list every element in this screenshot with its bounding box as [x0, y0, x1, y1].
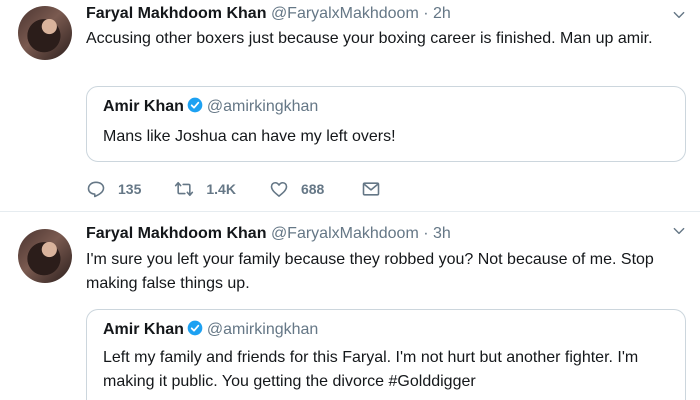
quoted-author-handle: @amirkingkhan: [206, 98, 319, 115]
avatar[interactable]: [18, 6, 72, 60]
envelope-icon: [363, 182, 380, 196]
quoted-author-name: Amir Khan: [103, 321, 184, 338]
reply-icon: [87, 181, 105, 198]
like-count: 688: [300, 181, 325, 197]
quoted-author-handle: @amirkingkhan: [206, 321, 319, 338]
separator: ·: [418, 225, 433, 242]
like-button[interactable]: 688: [269, 179, 324, 199]
avatar[interactable]: [18, 229, 72, 283]
tweet-actions: 135 1.4K 688: [86, 178, 414, 200]
tweet-text: Accusing other boxers just because your …: [86, 30, 653, 47]
retweet-count: 1.4K: [206, 181, 236, 197]
author-name[interactable]: Faryal Makhdoom Khan: [86, 5, 266, 22]
verified-badge-icon: [187, 97, 203, 113]
author-handle[interactable]: @FaryalxMakhdoom: [271, 225, 419, 242]
direct-message-button[interactable]: [361, 179, 381, 199]
quoted-tweet[interactable]: Amir Khan @amirkingkhan Mans like Joshua…: [86, 86, 686, 162]
verified-badge-icon: [187, 320, 203, 336]
chevron-down-icon[interactable]: [672, 8, 686, 22]
separator: ·: [418, 5, 433, 22]
tweet[interactable]: Faryal Makhdoom Khan @FaryalxMakhdoom · …: [0, 213, 700, 400]
chevron-down-icon[interactable]: [672, 224, 686, 238]
reply-count: 135: [118, 181, 142, 197]
quoted-tweet-text: Left my family and friends for this Fary…: [103, 349, 639, 390]
reply-button[interactable]: 135: [86, 179, 141, 199]
author-handle[interactable]: @FaryalxMakhdoom: [271, 5, 419, 22]
tweet[interactable]: Faryal Makhdoom Khan @FaryalxMakhdoom · …: [0, 0, 700, 212]
author-name[interactable]: Faryal Makhdoom Khan: [86, 225, 266, 242]
quoted-tweet[interactable]: Amir Khan @amirkingkhan Left my family a…: [86, 309, 686, 400]
quoted-tweet-header: Amir Khan @amirkingkhan: [103, 97, 318, 117]
tweet-header: Faryal Makhdoom Khan @FaryalxMakhdoom · …: [86, 224, 451, 244]
quoted-tweet-text: Mans like Joshua can have my left overs!: [103, 128, 396, 145]
retweet-button[interactable]: 1.4K: [174, 179, 236, 199]
tweet-header: Faryal Makhdoom Khan @FaryalxMakhdoom · …: [86, 4, 451, 24]
heart-icon: [270, 181, 288, 197]
retweet-icon: [175, 181, 194, 197]
timestamp[interactable]: 3h: [433, 225, 451, 242]
timestamp[interactable]: 2h: [433, 5, 451, 22]
tweet-text: I'm sure you left your family because th…: [86, 251, 654, 292]
quoted-author-name: Amir Khan: [103, 98, 184, 115]
quoted-tweet-header: Amir Khan @amirkingkhan: [103, 320, 318, 340]
